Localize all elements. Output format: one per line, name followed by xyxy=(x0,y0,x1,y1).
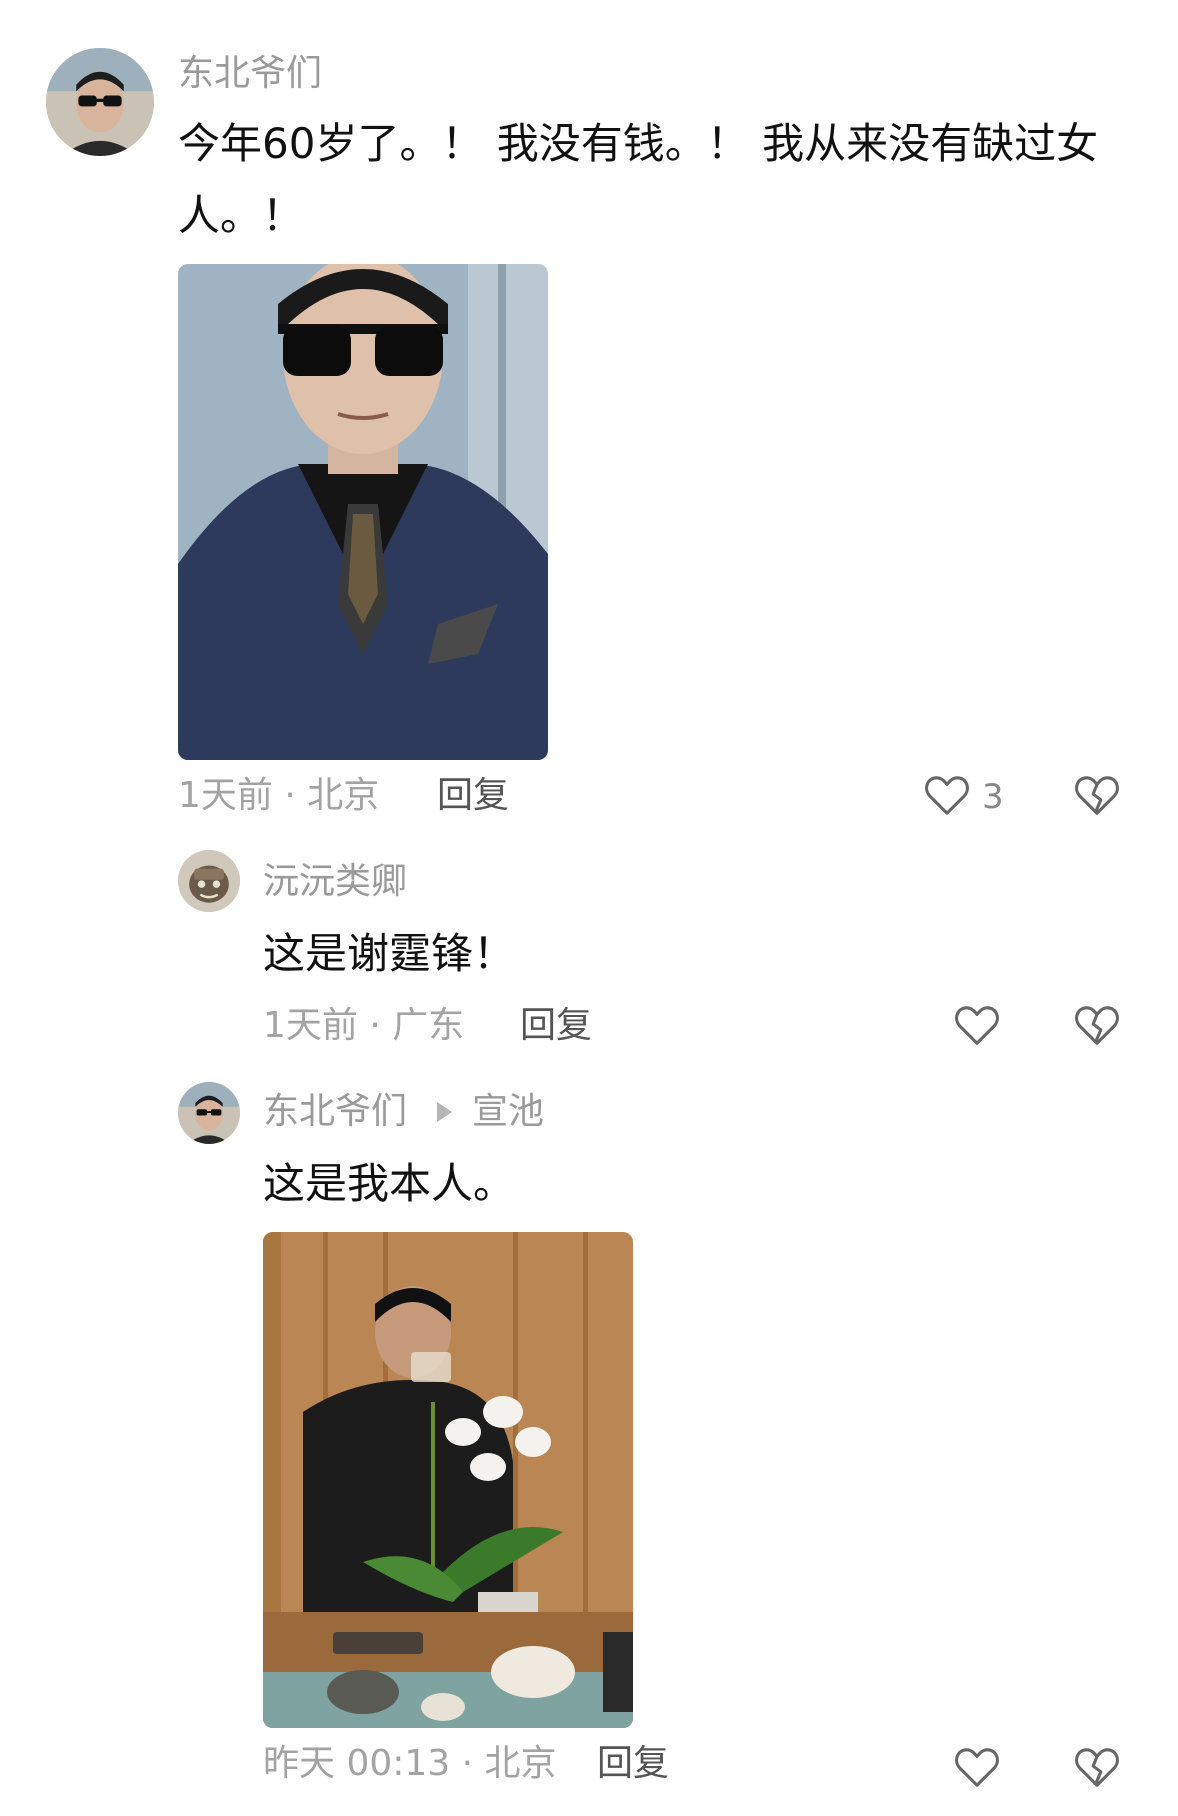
avatar[interactable] xyxy=(46,48,154,156)
dislike-button[interactable] xyxy=(1074,774,1120,818)
broken-heart-icon xyxy=(1075,1748,1119,1787)
avatar[interactable] xyxy=(178,850,240,912)
reply-username[interactable]: 沅沅类卿 xyxy=(263,860,407,904)
like-button[interactable] xyxy=(924,774,970,818)
like-button[interactable] xyxy=(954,1004,1000,1048)
like-button[interactable] xyxy=(954,1746,1000,1790)
comment-username[interactable]: 东北爷们 xyxy=(178,52,322,96)
like-count: 3 xyxy=(982,777,1004,817)
dislike-button[interactable] xyxy=(1074,1746,1120,1790)
reply-button[interactable]: 回复 xyxy=(597,1742,669,1786)
reply-button[interactable]: 回复 xyxy=(520,1004,592,1048)
avatar[interactable] xyxy=(178,1082,240,1144)
comment-meta: 1天前 · 北京 xyxy=(178,775,380,816)
reply-text: 这是谢霆锋！ xyxy=(263,929,516,978)
heart-outline-icon xyxy=(955,1748,999,1787)
reply-meta: 1天前 · 广东 xyxy=(263,1005,465,1046)
reply-image[interactable] xyxy=(263,1232,633,1728)
broken-heart-icon xyxy=(1075,776,1119,815)
heart-outline-icon xyxy=(925,776,969,815)
reply-to-arrow-icon xyxy=(437,1102,452,1122)
comment-text: 今年60岁了。！ 我没有钱。！ 我从来没有缺过女人。！ xyxy=(178,119,1099,240)
heart-outline-icon xyxy=(955,1006,999,1045)
dislike-button[interactable] xyxy=(1074,1004,1120,1048)
broken-heart-icon xyxy=(1075,1006,1119,1045)
comment-image[interactable] xyxy=(178,264,548,760)
reply-to-username[interactable]: 宣池 xyxy=(472,1090,544,1134)
reply-button[interactable]: 回复 xyxy=(437,774,509,818)
reply-text: 这是我本人。 xyxy=(263,1159,516,1208)
reply-username[interactable]: 东北爷们 xyxy=(263,1090,407,1134)
reply-meta: 昨天 00:13 · 北京 xyxy=(263,1743,557,1784)
